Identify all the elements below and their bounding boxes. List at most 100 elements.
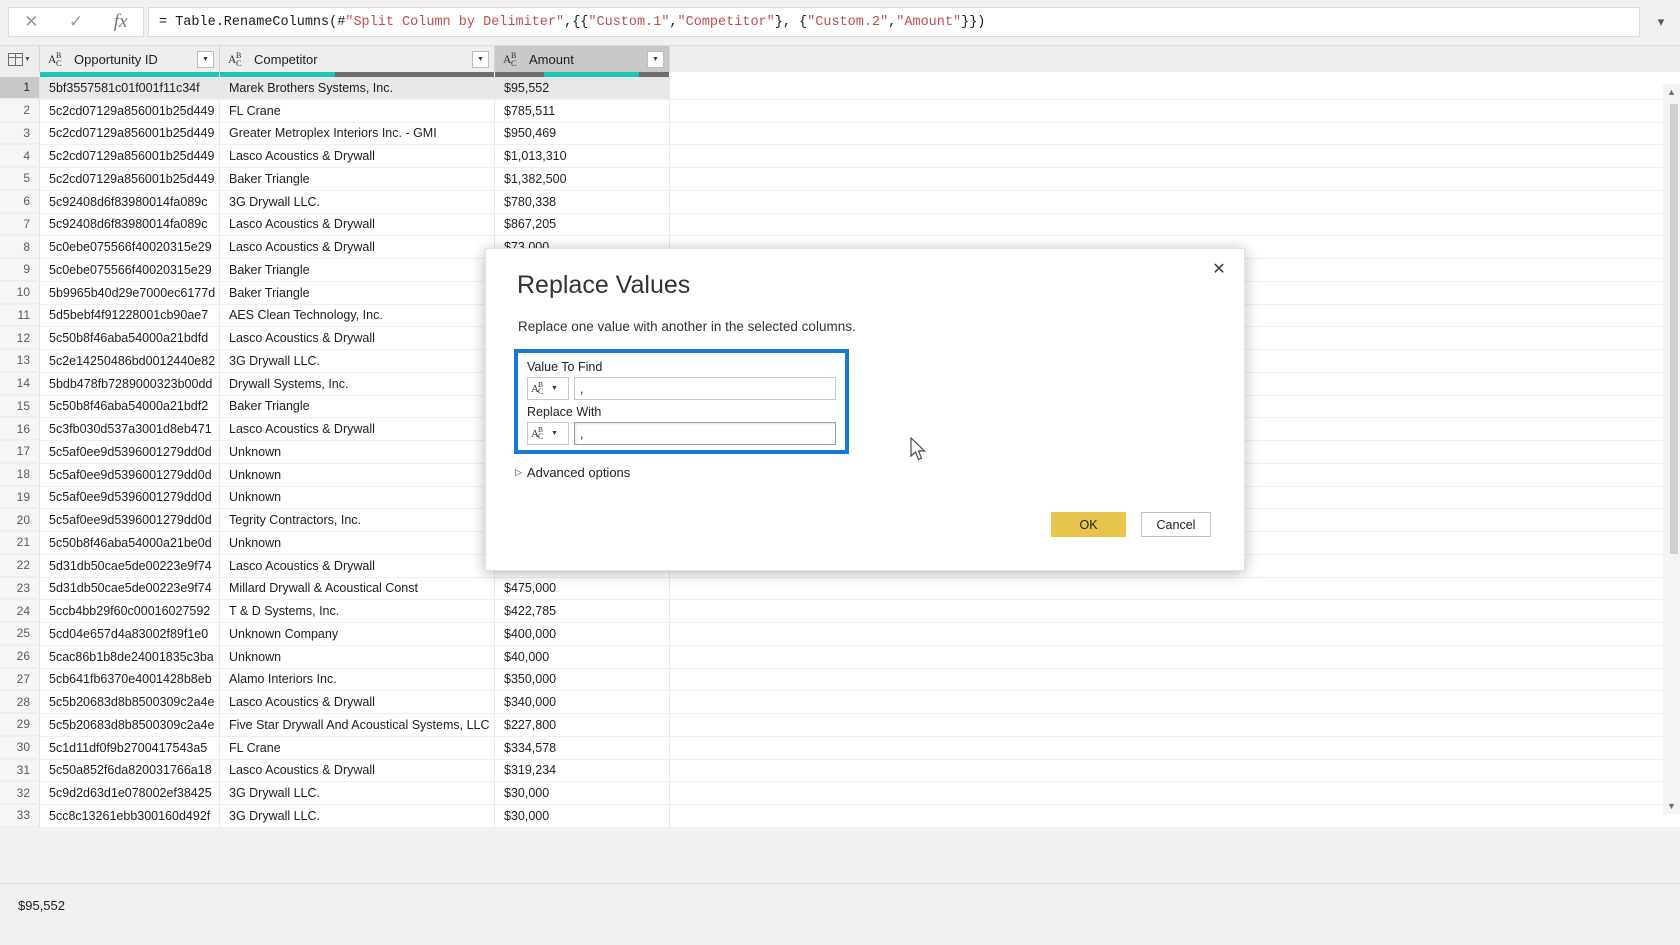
row-number[interactable]: 32 [0, 782, 40, 804]
cell-competitor[interactable]: 3G Drywall LLC. [220, 350, 495, 372]
table-row[interactable]: 25 5cd04e657d4a83002f89f1e0 Unknown Compan… [0, 623, 1680, 646]
row-number[interactable]: 19 [0, 486, 40, 509]
cell-amount[interactable]: $40,000 [495, 645, 670, 668]
row-number[interactable]: 15 [0, 395, 40, 418]
cell-empty[interactable] [670, 782, 1680, 804]
cell-competitor[interactable]: 3G Drywall LLC. [220, 190, 495, 213]
cell-opportunity-id[interactable]: 5cb641fb6370e4001428b8eb [40, 668, 220, 691]
cell-competitor[interactable]: Lasco Acoustics & Drywall [220, 236, 495, 258]
cell-opportunity-id[interactable]: 5c92408d6f83980014fa089c [40, 190, 220, 213]
row-number[interactable]: 9 [0, 259, 40, 281]
row-number[interactable]: 7 [0, 213, 40, 236]
row-number[interactable]: 16 [0, 418, 40, 440]
cell-competitor[interactable]: Lasco Acoustics & Drywall [220, 759, 495, 782]
vertical-scrollbar-thumb[interactable] [1670, 104, 1678, 554]
row-number[interactable]: 33 [0, 805, 40, 827]
value-to-find-type-selector[interactable]: ABC ▼ [527, 377, 569, 400]
cell-opportunity-id[interactable]: 5cd04e657d4a83002f89f1e0 [40, 623, 220, 645]
cell-amount[interactable]: $785,511 [495, 99, 670, 122]
row-number[interactable]: 11 [0, 304, 40, 327]
row-number[interactable]: 22 [0, 554, 40, 577]
cell-competitor[interactable]: Lasco Acoustics & Drywall [220, 145, 495, 167]
cell-amount[interactable]: $334,578 [495, 736, 670, 759]
cell-opportunity-id[interactable]: 5cac86b1b8de24001835c3ba [40, 645, 220, 668]
cell-amount[interactable]: $475,000 [495, 577, 670, 600]
cell-opportunity-id[interactable]: 5c92408d6f83980014fa089c [40, 213, 220, 236]
chevron-down-icon[interactable]: ▼ [1667, 798, 1676, 814]
cell-amount[interactable]: $30,000 [495, 782, 670, 804]
cell-empty[interactable] [670, 645, 1680, 668]
cell-competitor[interactable]: Unknown Company [220, 623, 495, 645]
cell-opportunity-id[interactable]: 5ccb4bb29f60c00016027592 [40, 600, 220, 622]
row-number[interactable]: 27 [0, 668, 40, 691]
cell-opportunity-id[interactable]: 5cc8c13261ebb300160d492f [40, 805, 220, 827]
cell-empty[interactable] [670, 714, 1680, 736]
cell-competitor[interactable]: Alamo Interiors Inc. [220, 668, 495, 691]
cell-competitor[interactable]: Unknown [220, 486, 495, 509]
cell-amount[interactable]: $422,785 [495, 600, 670, 622]
cell-opportunity-id[interactable]: 5c5af0ee9d5396001279dd0d [40, 509, 220, 531]
cell-opportunity-id[interactable]: 5d31db50cae5de00223e9f74 [40, 577, 220, 600]
cell-amount[interactable]: $867,205 [495, 213, 670, 236]
cell-amount[interactable]: $780,338 [495, 190, 670, 213]
cell-opportunity-id[interactable]: 5c2e14250486bd0012440e82 [40, 350, 220, 372]
table-row[interactable]: 30 5c1d11df0f9b2700417543a5 FL Crane $334,5… [0, 736, 1680, 760]
cell-competitor[interactable]: Baker Triangle [220, 281, 495, 304]
cell-competitor[interactable]: 3G Drywall LLC. [220, 805, 495, 827]
cell-opportunity-id[interactable]: 5c5b20683d8b8500309c2a4e [40, 714, 220, 736]
cell-competitor[interactable]: Lasco Acoustics & Drywall [220, 418, 495, 440]
cell-opportunity-id[interactable]: 5c50b8f46aba54000a21bdf2 [40, 395, 220, 418]
row-number[interactable]: 14 [0, 372, 40, 395]
cell-competitor[interactable]: Unknown [220, 441, 495, 463]
table-row[interactable]: 4 5c2cd07129a856001b25d449 Lasco Acoustics… [0, 145, 1680, 168]
cancel-button[interactable]: Cancel [1141, 512, 1211, 537]
cell-competitor[interactable]: Baker Triangle [220, 168, 495, 190]
cell-opportunity-id[interactable]: 5c2cd07129a856001b25d449 [40, 145, 220, 167]
cell-opportunity-id[interactable]: 5c3fb030d537a3001d8eb471 [40, 418, 220, 440]
cell-empty[interactable] [670, 668, 1680, 691]
row-number[interactable]: 10 [0, 281, 40, 304]
cell-amount[interactable]: $350,000 [495, 668, 670, 691]
cell-opportunity-id[interactable]: 5c5b20683d8b8500309c2a4e [40, 691, 220, 713]
cell-opportunity-id[interactable]: 5d5bebf4f91228001cb90ae7 [40, 304, 220, 327]
cell-competitor[interactable]: T & D Systems, Inc. [220, 600, 495, 622]
cell-empty[interactable] [670, 623, 1680, 645]
table-row[interactable]: 6 5c92408d6f83980014fa089c 3G Drywall LLC.… [0, 190, 1680, 214]
cell-empty[interactable] [670, 805, 1680, 827]
cell-competitor[interactable]: Baker Triangle [220, 259, 495, 281]
cell-competitor[interactable]: Lasco Acoustics & Drywall [220, 691, 495, 713]
cell-amount[interactable]: $319,234 [495, 759, 670, 782]
table-row[interactable]: 1 5bf3557581c01f001f11c34f Marek Brothers … [0, 77, 1680, 100]
cell-empty[interactable] [670, 600, 1680, 622]
cell-empty[interactable] [670, 99, 1680, 122]
table-row[interactable]: 27 5cb641fb6370e4001428b8eb Alamo Interior… [0, 668, 1680, 692]
cell-amount[interactable]: $400,000 [495, 623, 670, 645]
column-header-opportunity-id[interactable]: ABC Opportunity ID ▼ [40, 46, 220, 73]
cell-competitor[interactable]: FL Crane [220, 736, 495, 759]
cell-competitor[interactable]: Greater Metroplex Interiors Inc. - GMI [220, 122, 495, 145]
row-number[interactable]: 29 [0, 714, 40, 736]
table-row[interactable]: 26 5cac86b1b8de24001835c3ba Unknown $40,000 [0, 645, 1680, 669]
row-number[interactable]: 18 [0, 463, 40, 486]
table-row[interactable]: 31 5c50a852f6da820031766a18 Lasco Acoustic… [0, 759, 1680, 783]
cell-amount[interactable]: $340,000 [495, 691, 670, 713]
table-row[interactable]: 28 5c5b20683d8b8500309c2a4e Lasco Acoustic… [0, 691, 1680, 714]
chevron-up-icon[interactable]: ▲ [1667, 84, 1676, 100]
cell-opportunity-id[interactable]: 5c0ebe075566f40020315e29 [40, 259, 220, 281]
cell-amount[interactable]: $30,000 [495, 805, 670, 827]
advanced-options-toggle[interactable]: ▷ Advanced options [515, 465, 630, 480]
cell-opportunity-id[interactable]: 5c2cd07129a856001b25d449 [40, 122, 220, 145]
column-filter-button-competitor[interactable]: ▼ [472, 51, 489, 68]
row-number[interactable]: 25 [0, 623, 40, 645]
cell-empty[interactable] [670, 77, 1680, 99]
cell-opportunity-id[interactable]: 5c5af0ee9d5396001279dd0d [40, 463, 220, 486]
cell-opportunity-id[interactable]: 5bf3557581c01f001f11c34f [40, 77, 220, 99]
cell-opportunity-id[interactable]: 5c2cd07129a856001b25d449 [40, 168, 220, 190]
cell-empty[interactable] [670, 213, 1680, 236]
column-header-amount[interactable]: ABC Amount ▼ [495, 46, 670, 73]
cell-empty[interactable] [670, 759, 1680, 782]
cell-empty[interactable] [670, 691, 1680, 713]
row-number[interactable]: 17 [0, 441, 40, 463]
cell-competitor[interactable]: Millard Drywall & Acoustical Const [220, 577, 495, 600]
table-row[interactable]: 3 5c2cd07129a856001b25d449 Greater Metropl… [0, 122, 1680, 146]
